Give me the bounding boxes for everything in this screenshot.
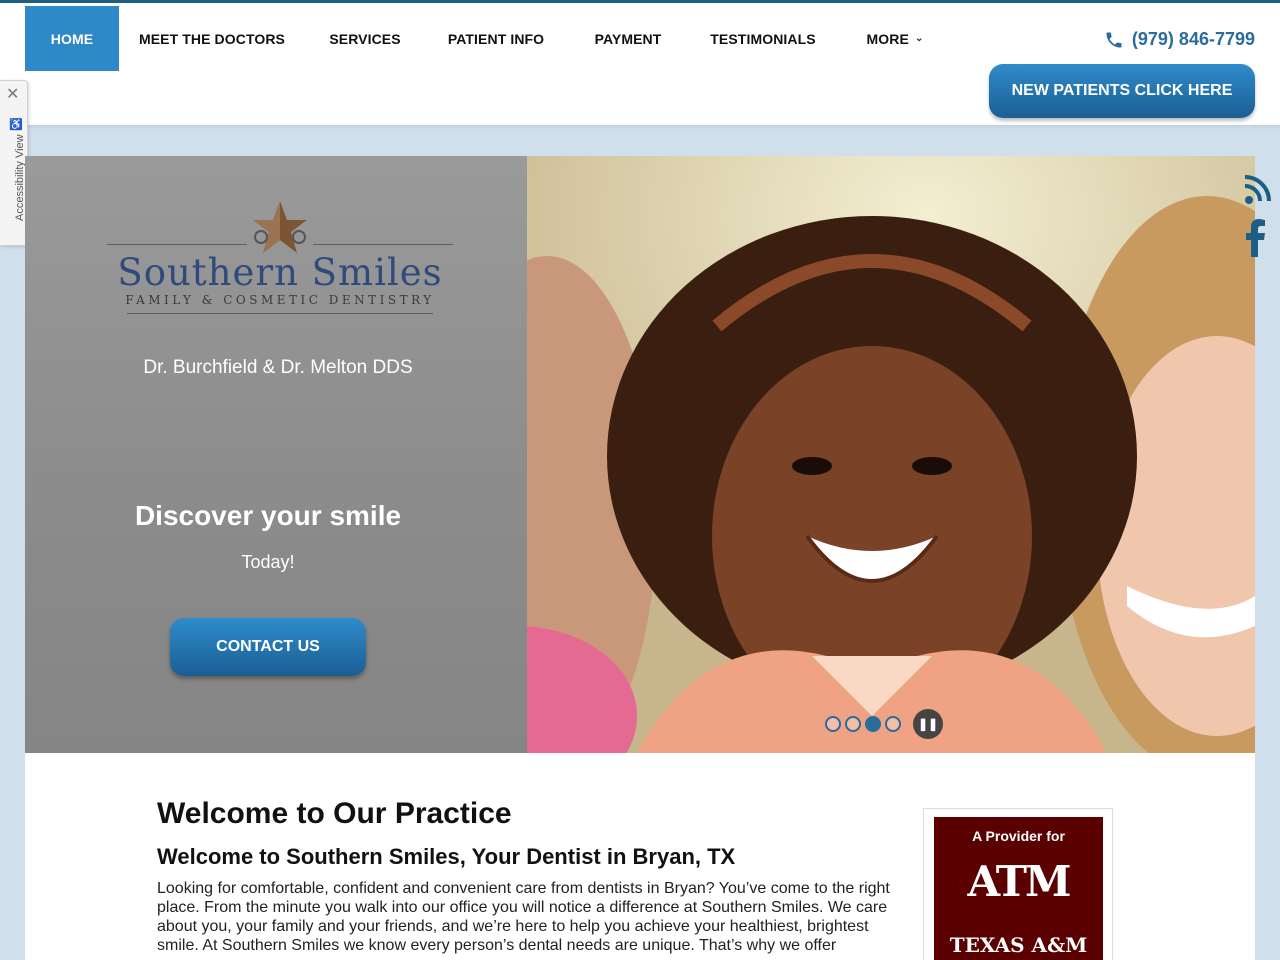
nav-services[interactable]: SERVICES	[305, 6, 425, 71]
hero-slider: Southern Smiles FAMILY & COSMETIC DENTIS…	[25, 156, 1255, 753]
phone-link[interactable]: (979) 846-7799	[1104, 29, 1255, 50]
welcome-subtitle: Welcome to Southern Smiles, Your Dentist…	[157, 844, 736, 869]
pause-icon[interactable]: ❚❚	[913, 709, 943, 739]
accessibility-tab[interactable]: ✕ ♿ Accessibility View	[0, 80, 28, 246]
hero-photo	[397, 156, 1255, 753]
nav-patient-info[interactable]: PATIENT INFO	[425, 6, 567, 71]
welcome-body: Looking for comfortable, confident and c…	[157, 880, 890, 954]
logo-rule-left	[107, 244, 247, 245]
logo-rule-right	[313, 244, 453, 245]
wheelchair-icon: ♿	[9, 119, 23, 131]
phone-number: (979) 846-7799	[1131, 29, 1255, 49]
nav-home[interactable]: HOME	[25, 6, 119, 71]
main-nav: HOME MEET THE DOCTORS SERVICES PATIENT I…	[25, 6, 953, 71]
nav-more[interactable]: MORE ⌄	[837, 6, 953, 71]
contact-us-label: CONTACT US	[216, 638, 320, 655]
slider-controls: ❚❚	[825, 709, 943, 739]
contact-us-button[interactable]: CONTACT US	[170, 618, 366, 676]
welcome-section: Welcome to Our Practice Welcome to South…	[25, 753, 1255, 960]
hero-subheadline: Today!	[241, 552, 295, 572]
nav-payment-label: PAYMENT	[594, 30, 662, 47]
new-patients-label: NEW PATIENTS CLICK HERE	[1011, 82, 1233, 99]
logo-name: Southern Smiles	[117, 251, 443, 294]
nav-testimonials-label: TESTIMONIALS	[710, 30, 816, 47]
site-header: HOME MEET THE DOCTORS SERVICES PATIENT I…	[0, 0, 1280, 125]
doctors-name: Dr. Burchfield & Dr. Melton DDS	[143, 357, 413, 378]
star-icon	[253, 201, 307, 253]
logo-rule-bottom	[127, 313, 433, 314]
practice-logo: Southern Smiles FAMILY & COSMETIC DENTIS…	[107, 201, 453, 321]
slide-dot-3[interactable]	[865, 716, 881, 732]
slide-dot-2[interactable]	[845, 716, 861, 732]
nav-meet-the-doctors[interactable]: MEET THE DOCTORS	[119, 6, 305, 71]
facebook-icon[interactable]	[1240, 219, 1280, 262]
new-patients-button[interactable]: NEW PATIENTS CLICK HERE	[989, 64, 1255, 118]
social-links	[1240, 172, 1280, 270]
welcome-title: Welcome to Our Practice	[157, 797, 512, 830]
nav-testimonials[interactable]: TESTIMONIALS	[689, 6, 837, 71]
nav-patient-info-label: PATIENT INFO	[447, 30, 545, 47]
nav-services-label: SERVICES	[329, 30, 401, 47]
hero-info-panel: Southern Smiles FAMILY & COSMETIC DENTIS…	[25, 156, 527, 753]
nav-payment[interactable]: PAYMENT	[567, 6, 689, 71]
slide-dot-4[interactable]	[885, 716, 901, 732]
slide-dot-1[interactable]	[825, 716, 841, 732]
logo-subtitle: FAMILY & COSMETIC DENTISTRY	[125, 293, 435, 307]
texas-am-provider-badge[interactable]: A Provider for ATM TEXAS A&M	[923, 808, 1113, 960]
badge-top-text: A Provider for	[972, 828, 1065, 844]
nav-meet-the-doctors-label: MEET THE DOCTORS	[138, 30, 286, 47]
close-icon[interactable]: ✕	[6, 87, 19, 103]
nav-home-label: HOME	[50, 30, 94, 47]
badge-logo-text: ATM	[967, 857, 1071, 906]
rss-icon[interactable]	[1240, 172, 1280, 211]
phone-icon	[1106, 32, 1122, 47]
smiling-children-photo	[397, 156, 1255, 753]
hero-headline: Discover your smile	[134, 500, 402, 531]
chevron-down-icon: ⌄	[914, 33, 924, 44]
texas-am-badge-panel: A Provider for ATM TEXAS A&M	[934, 817, 1103, 960]
nav-more-label: MORE	[866, 30, 909, 47]
badge-bottom-text: TEXAS A&M	[949, 933, 1088, 957]
